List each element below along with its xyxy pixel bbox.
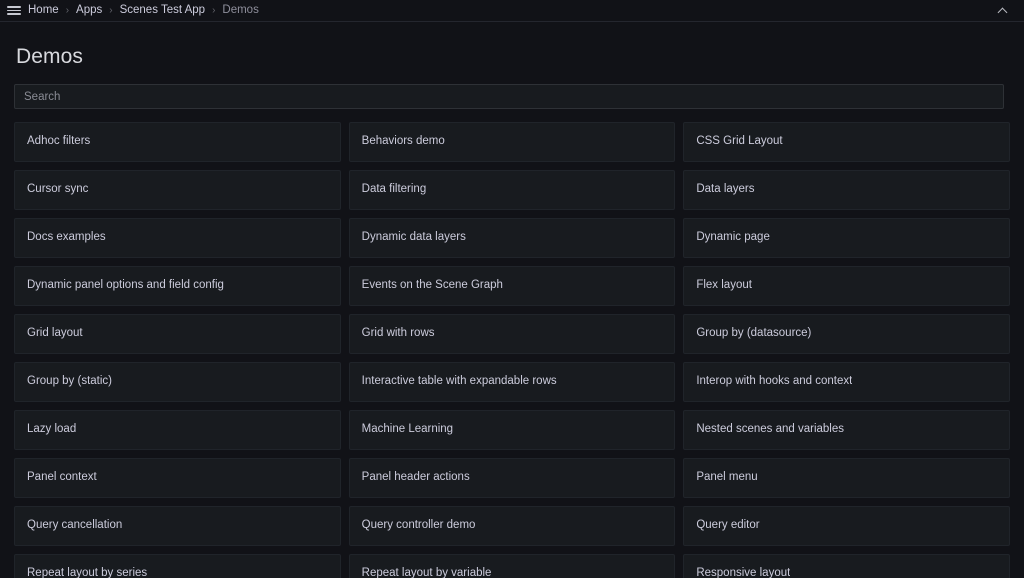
top-navigation-bar: Home›Apps›Scenes Test App›Demos <box>0 0 1024 22</box>
breadcrumb: Home›Apps›Scenes Test App›Demos <box>28 3 992 19</box>
demo-card[interactable]: Data layers <box>683 170 1010 210</box>
demo-card-label: Dynamic data layers <box>362 231 466 245</box>
demo-card[interactable]: Responsive layout <box>683 554 1010 578</box>
breadcrumb-item-apps[interactable]: Apps <box>76 3 102 19</box>
search-container <box>14 84 1010 109</box>
demo-card[interactable]: Dynamic page <box>683 218 1010 258</box>
demo-card-label: Dynamic panel options and field config <box>27 279 224 293</box>
demo-card-label: Query controller demo <box>362 519 476 533</box>
demo-card-label: Behaviors demo <box>362 135 445 149</box>
demo-card-label: Responsive layout <box>696 567 790 578</box>
demo-card-label: Events on the Scene Graph <box>362 279 503 293</box>
breadcrumb-separator-icon: › <box>102 6 119 16</box>
page-title: Demos <box>14 22 1010 69</box>
demo-card-label: Interactive table with expandable rows <box>362 375 557 389</box>
breadcrumb-separator-icon: › <box>205 6 222 16</box>
demo-card[interactable]: Events on the Scene Graph <box>349 266 676 306</box>
demo-card-label: Docs examples <box>27 231 106 245</box>
breadcrumb-item-demos: Demos <box>222 3 258 19</box>
demo-card-label: Repeat layout by series <box>27 567 147 578</box>
demo-card-label: Data filtering <box>362 183 427 197</box>
demo-card-label: Flex layout <box>696 279 752 293</box>
hamburger-menu-icon[interactable] <box>0 0 28 22</box>
demo-card[interactable]: Nested scenes and variables <box>683 410 1010 450</box>
demo-card-label: Query editor <box>696 519 759 533</box>
demo-card-label: Group by (datasource) <box>696 327 811 341</box>
menu-line <box>7 10 21 12</box>
demo-card[interactable]: Flex layout <box>683 266 1010 306</box>
demo-card-label: CSS Grid Layout <box>696 135 782 149</box>
demo-card-label: Cursor sync <box>27 183 88 197</box>
demo-card[interactable]: Interop with hooks and context <box>683 362 1010 402</box>
demo-card[interactable]: Lazy load <box>14 410 341 450</box>
search-input[interactable] <box>14 84 1004 109</box>
demo-card[interactable]: Query cancellation <box>14 506 341 546</box>
demo-card-label: Lazy load <box>27 423 76 437</box>
demo-card[interactable]: Docs examples <box>14 218 341 258</box>
demo-card-label: Group by (static) <box>27 375 112 389</box>
demo-card[interactable]: Dynamic panel options and field config <box>14 266 341 306</box>
demo-card-label: Panel context <box>27 471 97 485</box>
demo-card-label: Grid with rows <box>362 327 435 341</box>
demo-card-label: Grid layout <box>27 327 83 341</box>
demo-card[interactable]: Behaviors demo <box>349 122 676 162</box>
demo-card-label: Dynamic page <box>696 231 770 245</box>
demo-card-label: Panel header actions <box>362 471 470 485</box>
breadcrumb-item-scenes-test-app[interactable]: Scenes Test App <box>120 3 205 19</box>
demo-card[interactable]: Panel header actions <box>349 458 676 498</box>
demo-card-label: Data layers <box>696 183 754 197</box>
breadcrumb-item-home[interactable]: Home <box>28 3 59 19</box>
demo-card[interactable]: Dynamic data layers <box>349 218 676 258</box>
demo-card[interactable]: CSS Grid Layout <box>683 122 1010 162</box>
demo-card[interactable]: Repeat layout by series <box>14 554 341 578</box>
demo-card-label: Repeat layout by variable <box>362 567 492 578</box>
demo-card[interactable]: Query editor <box>683 506 1010 546</box>
demo-card-label: Interop with hooks and context <box>696 375 852 389</box>
demo-card[interactable]: Interactive table with expandable rows <box>349 362 676 402</box>
demo-card[interactable]: Grid layout <box>14 314 341 354</box>
menu-line <box>7 13 21 15</box>
demo-card-label: Panel menu <box>696 471 757 485</box>
menu-line <box>7 6 21 8</box>
chevron-up-icon <box>999 6 1008 15</box>
demo-card-label: Adhoc filters <box>27 135 90 149</box>
demo-card-label: Query cancellation <box>27 519 122 533</box>
demo-card-label: Nested scenes and variables <box>696 423 844 437</box>
demos-grid: Adhoc filters Behaviors demo CSS Grid Layo… <box>14 122 1010 578</box>
demo-card[interactable]: Panel context <box>14 458 341 498</box>
demo-card[interactable]: Grid with rows <box>349 314 676 354</box>
collapse-toolbar-button[interactable] <box>992 0 1014 22</box>
breadcrumb-separator-icon: › <box>59 6 76 16</box>
demo-card[interactable]: Adhoc filters <box>14 122 341 162</box>
demo-card[interactable]: Query controller demo <box>349 506 676 546</box>
page-content: Demos Adhoc filters Behaviors demo CSS Gri… <box>0 22 1024 578</box>
demo-card[interactable]: Group by (datasource) <box>683 314 1010 354</box>
demo-card[interactable]: Panel menu <box>683 458 1010 498</box>
demo-card-label: Machine Learning <box>362 423 453 437</box>
demo-card[interactable]: Repeat layout by variable <box>349 554 676 578</box>
demo-card[interactable]: Machine Learning <box>349 410 676 450</box>
demo-card[interactable]: Group by (static) <box>14 362 341 402</box>
demo-card[interactable]: Cursor sync <box>14 170 341 210</box>
demo-card[interactable]: Data filtering <box>349 170 676 210</box>
